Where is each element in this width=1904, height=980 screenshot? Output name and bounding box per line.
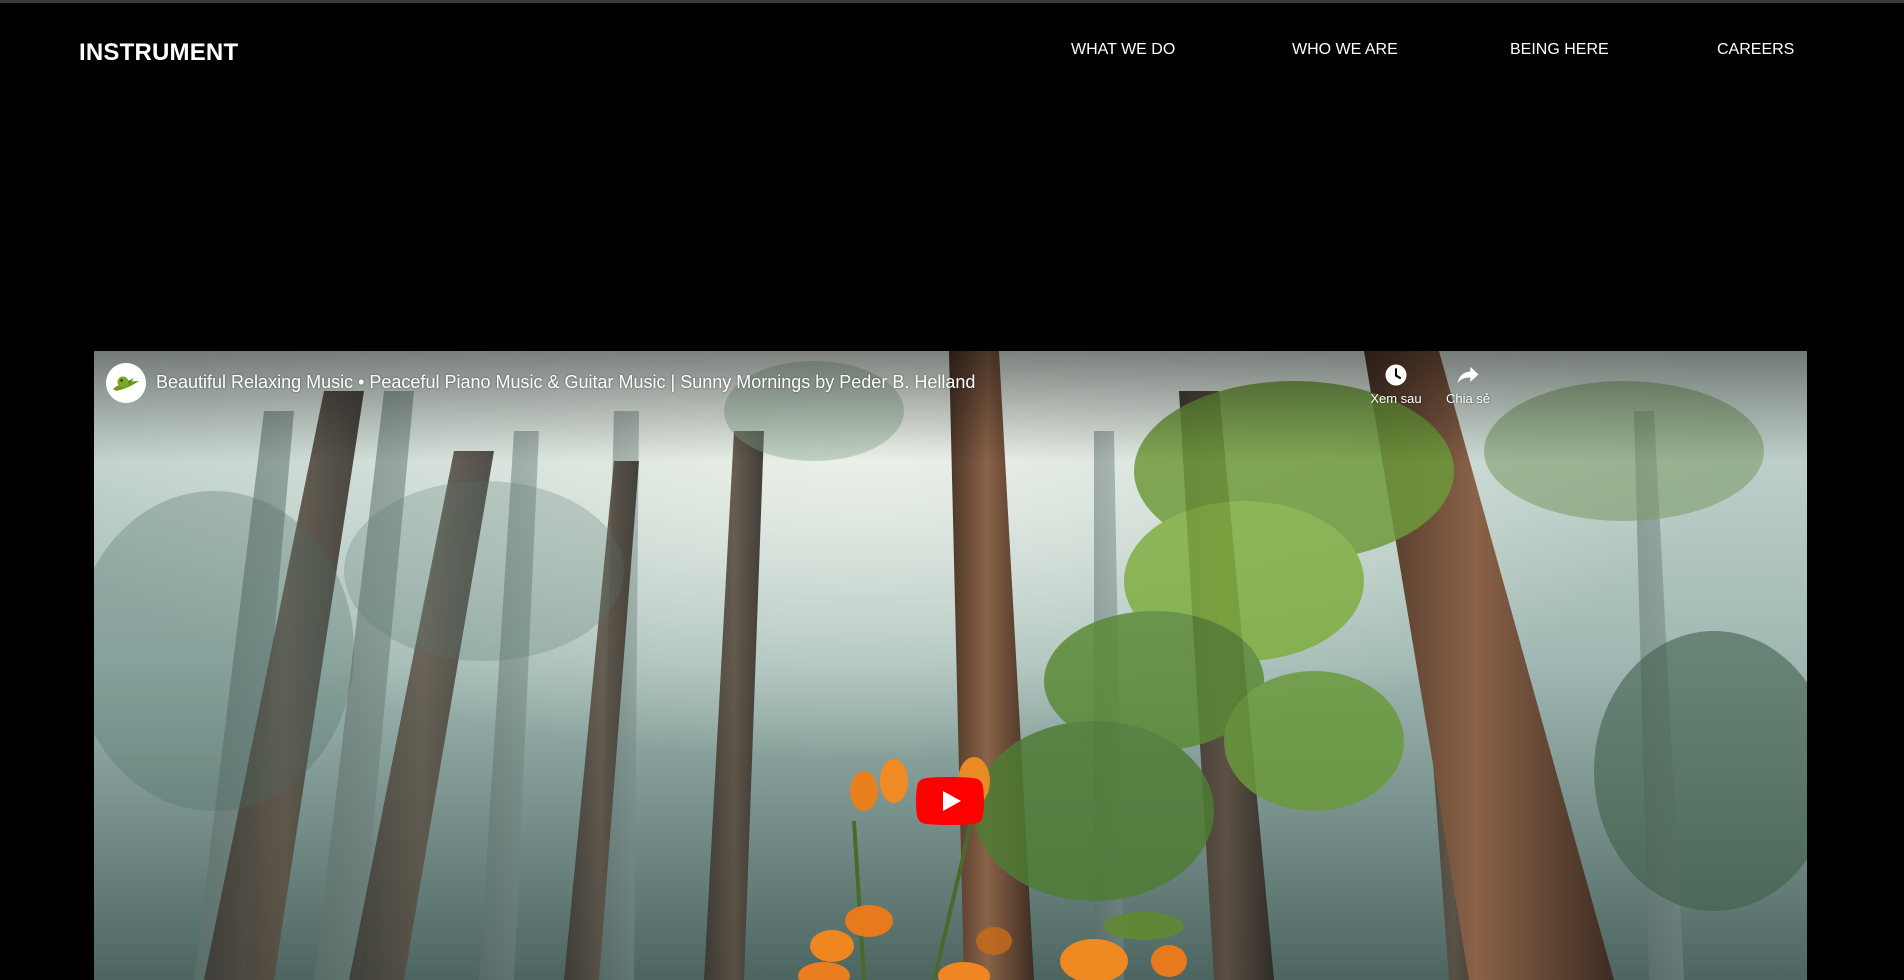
nav-being-here[interactable]: BEING HERE — [1510, 41, 1609, 59]
share-button[interactable]: Chia sẻ — [1436, 361, 1500, 406]
nav-who-we-are[interactable]: WHO WE ARE — [1292, 41, 1398, 59]
site-header: INSTRUMENT WHAT WE DO WHO WE ARE BEING H… — [0, 3, 1904, 99]
nav-what-we-do[interactable]: WHAT WE DO — [1071, 41, 1175, 59]
bird-logo-icon — [106, 363, 146, 403]
share-icon — [1457, 366, 1479, 384]
share-label: Chia sẻ — [1445, 391, 1491, 406]
watch-later-label: Xem sau — [1370, 391, 1422, 406]
youtube-video-embed[interactable]: Beautiful Relaxing Music • Peaceful Pian… — [94, 351, 1807, 980]
video-title[interactable]: Beautiful Relaxing Music • Peaceful Pian… — [156, 372, 975, 393]
nav-careers[interactable]: CAREERS — [1717, 41, 1794, 59]
clock-icon — [1385, 364, 1407, 386]
youtube-play-button[interactable] — [916, 777, 984, 825]
site-logo[interactable]: INSTRUMENT — [79, 39, 238, 67]
youtube-play-icon — [916, 777, 984, 825]
video-title-overlay — [94, 351, 1807, 461]
channel-avatar[interactable] — [106, 363, 146, 403]
watch-later-button[interactable]: Xem sau — [1364, 361, 1428, 406]
